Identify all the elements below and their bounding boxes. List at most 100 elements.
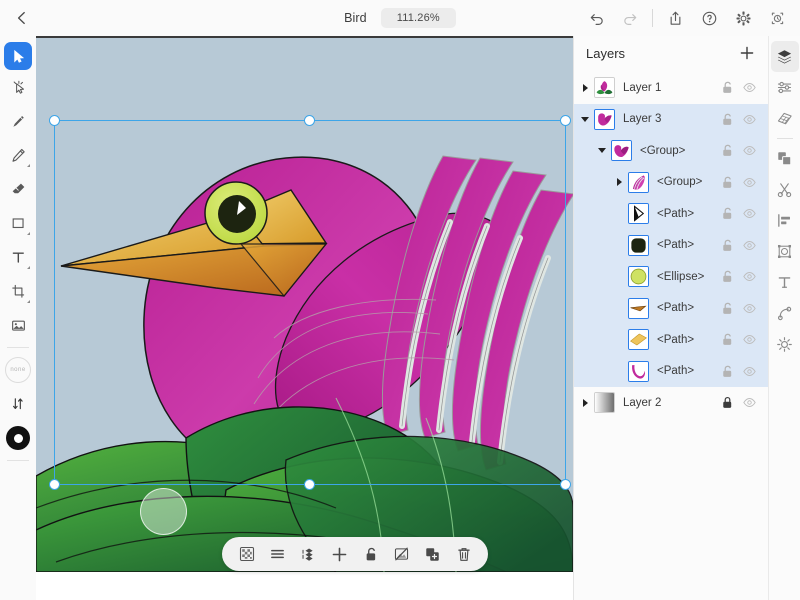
transparency-button[interactable]: [231, 537, 262, 571]
layer-disclosure-toggle[interactable]: [578, 83, 592, 92]
image-tool[interactable]: [3, 308, 33, 342]
layer-visibility-button[interactable]: [738, 203, 760, 225]
settings-button[interactable]: [726, 0, 760, 36]
hide-slash-icon: [394, 547, 409, 561]
layers-list[interactable]: Layer 1 Layer 3 <Group> <Group> <Path> <Path>…: [574, 70, 768, 600]
swap-fill-stroke-button[interactable]: [3, 387, 33, 421]
undo-button[interactable]: [579, 0, 613, 36]
layer-row[interactable]: Layer 2: [574, 387, 768, 419]
layer-lock-closed-button[interactable]: [716, 392, 738, 414]
select-tool[interactable]: [4, 42, 32, 70]
zoom-level-badge[interactable]: 111.26%: [380, 8, 456, 28]
layer-row[interactable]: <Path>: [574, 324, 768, 356]
add-layer-button[interactable]: [736, 42, 758, 64]
rotate-grip-handle[interactable]: [140, 488, 187, 535]
app-root: Bird 111.26% none Layers Layer 1 Layer 3…: [0, 0, 800, 600]
layer-disclosure-toggle[interactable]: [612, 178, 626, 187]
move-button[interactable]: [324, 537, 355, 571]
text-style-tab[interactable]: [771, 267, 799, 298]
layer-lock-open-button[interactable]: [716, 171, 738, 193]
scissors-icon: [777, 183, 792, 198]
arrange-button[interactable]: [293, 537, 324, 571]
layer-disclosure-toggle[interactable]: [578, 116, 592, 122]
layer-visibility-button[interactable]: [738, 329, 760, 351]
layer-lock-open-button[interactable]: [716, 234, 738, 256]
layer-row[interactable]: <Group>: [574, 166, 768, 198]
layer-visibility-button[interactable]: [738, 140, 760, 162]
layer-visibility-button[interactable]: [738, 266, 760, 288]
layer-lock-open-button[interactable]: [716, 108, 738, 130]
layer-row[interactable]: <Ellipse>: [574, 261, 768, 293]
layer-name: <Path>: [657, 333, 695, 346]
text-t-icon: [12, 251, 24, 263]
share-button[interactable]: [658, 0, 692, 36]
duplicate-tab[interactable]: [771, 143, 799, 174]
grid-perspective-tab[interactable]: [771, 103, 799, 134]
bird-illustration: [36, 38, 573, 572]
effects-gear-icon: [777, 337, 792, 352]
pen-tool[interactable]: [3, 104, 33, 138]
eraser-icon: [12, 183, 24, 193]
align-button[interactable]: [262, 537, 293, 571]
snapshot-button[interactable]: [760, 0, 794, 36]
redo-button[interactable]: [613, 0, 647, 36]
hide-button[interactable]: [386, 537, 417, 571]
layer-lock-open-button[interactable]: [716, 360, 738, 382]
help-button[interactable]: [692, 0, 726, 36]
layer-visibility-button[interactable]: [738, 392, 760, 414]
layer-disclosure-toggle[interactable]: [595, 148, 609, 154]
layer-lock-open-button[interactable]: [716, 140, 738, 162]
artboard[interactable]: [36, 36, 573, 572]
node-curve-tab[interactable]: [771, 298, 799, 329]
arrange-order-icon: [302, 548, 313, 561]
layer-row[interactable]: <Path>: [574, 355, 768, 387]
crop-tool[interactable]: [3, 274, 33, 308]
effects-tab[interactable]: [771, 329, 799, 360]
layer-visibility-button[interactable]: [738, 171, 760, 193]
trash-icon: [457, 547, 470, 561]
layer-visibility-button[interactable]: [738, 297, 760, 319]
chevron-right-icon: [582, 83, 588, 92]
layer-lock-open-button[interactable]: [716, 77, 738, 99]
layer-row[interactable]: Layer 3: [574, 103, 768, 135]
pencil-tool[interactable]: [3, 138, 33, 172]
eraser-tool[interactable]: [3, 172, 33, 206]
layer-visibility-button[interactable]: [738, 234, 760, 256]
layer-row[interactable]: <Path>: [574, 198, 768, 230]
rectangle-tool[interactable]: [3, 206, 33, 240]
stroke-swatch-button[interactable]: [3, 421, 33, 455]
layer-lock-open-button[interactable]: [716, 266, 738, 288]
image-icon: [11, 320, 25, 331]
layer-visibility-button[interactable]: [738, 77, 760, 99]
layers-stack-icon: [777, 50, 792, 64]
layer-visibility-button[interactable]: [738, 360, 760, 382]
layer-row[interactable]: <Path>: [574, 292, 768, 324]
layer-lock-open-button[interactable]: [716, 297, 738, 319]
layer-row[interactable]: <Path>: [574, 229, 768, 261]
layer-name: <Path>: [657, 302, 695, 315]
back-button[interactable]: [0, 0, 44, 36]
transform-tab[interactable]: [771, 236, 799, 267]
adjustments-tab[interactable]: [771, 72, 799, 103]
layer-row[interactable]: Layer 1: [574, 72, 768, 104]
delete-button[interactable]: [448, 537, 479, 571]
node-tool[interactable]: [3, 70, 33, 104]
layer-lock-open-button[interactable]: [716, 203, 738, 225]
layer-name: <Path>: [657, 239, 695, 252]
layer-visibility-button[interactable]: [738, 108, 760, 130]
layer-row[interactable]: <Group>: [574, 135, 768, 167]
text-tool[interactable]: [3, 240, 33, 274]
scissors-tab[interactable]: [771, 174, 799, 205]
tool-submenu-indicator: [27, 164, 30, 167]
fill-swatch-button[interactable]: none: [3, 353, 33, 387]
layer-disclosure-toggle[interactable]: [578, 398, 592, 407]
layers-panel-tab[interactable]: [770, 41, 799, 72]
rectangle-icon: [12, 217, 24, 228]
canvas-area[interactable]: [36, 36, 573, 600]
layer-name: Layer 1: [623, 81, 662, 94]
align-tab[interactable]: [771, 205, 799, 236]
layer-lock-open-button[interactable]: [716, 329, 738, 351]
unlock-button[interactable]: [355, 537, 386, 571]
duplicate-button[interactable]: [417, 537, 448, 571]
page-title: Bird: [344, 11, 367, 25]
